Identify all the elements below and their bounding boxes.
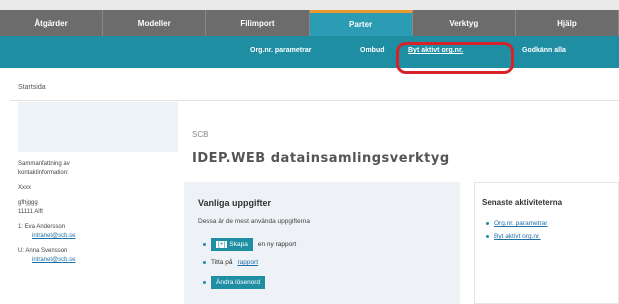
task-create-report: [+] Skapa en ny rapport [203, 238, 296, 251]
create-report-suffix: en ny rapport [257, 241, 297, 248]
contact-summary: Sammanfattning av kontaktinformation: Xx… [18, 160, 178, 265]
sub-menu-bar: Org.nr. parametrar Ombud Byt aktivt org.… [0, 36, 619, 68]
menu-item-hjalp[interactable]: Hjälp [516, 10, 619, 36]
sidebar-panel [18, 102, 178, 152]
change-password-button[interactable]: Ändra lösenord [211, 276, 266, 289]
task-view-report: Titta på rapport [203, 259, 258, 266]
bullet-icon [486, 235, 489, 238]
recent-link-change-active-org[interactable]: Byt aktivt org.nr. [494, 233, 541, 240]
recent-link-org-parameters[interactable]: Org.nr. parametrar [494, 220, 547, 227]
recent-activity-title: Senaste aktiviteterna [482, 198, 563, 207]
recent-item: Org.nr. parametrar [486, 220, 547, 227]
org-name: SCB [192, 130, 209, 139]
bullet-icon [203, 243, 206, 246]
create-button-label: Skapa [229, 241, 248, 248]
common-tasks-description: Dessa är de mest använda uppgifterna [198, 218, 311, 225]
submenu-ombud[interactable]: Ombud [360, 47, 385, 54]
recent-item: Byt aktivt org.nr. [486, 233, 541, 240]
contact-line: gfhjggg [18, 200, 38, 206]
menu-item-modeller[interactable]: Modeller [103, 10, 207, 36]
bullet-icon [486, 222, 489, 225]
create-report-button[interactable]: [+] Skapa [211, 238, 253, 251]
contact-summary-heading-2: kontaktinformation: [18, 170, 69, 176]
bullet-icon [203, 281, 206, 284]
menu-item-parter[interactable]: Parter [309, 10, 413, 36]
menu-item-verktyg[interactable]: Verktyg [413, 10, 516, 36]
contact-summary-heading: Sammanfattning av [18, 161, 70, 167]
task-change-password: Ändra lösenord [203, 276, 266, 289]
divider [10, 100, 619, 101]
page-title: IDEP.WEB datainsamlingsverktyg [192, 151, 450, 166]
contact-line: Xxxx [18, 185, 32, 191]
contact-person-2: U: Anna Svensson [18, 248, 68, 254]
plus-icon: [+] [216, 241, 228, 248]
top-strip [0, 0, 619, 10]
contact-email-2[interactable]: intranet@scb.se [18, 256, 178, 265]
menu-item-atgarder[interactable]: Åtgärder [0, 10, 104, 36]
submenu-approve-all[interactable]: Godkänn alla [522, 47, 566, 54]
submenu-org-parameters[interactable]: Org.nr. parametrar [250, 47, 311, 54]
bullet-icon [203, 261, 206, 264]
view-report-link[interactable]: rapport [237, 259, 258, 266]
menu-item-filimport[interactable]: Filimport [206, 10, 310, 36]
contact-line: 11111 Alft [18, 209, 43, 215]
breadcrumb[interactable]: Startsida [18, 84, 46, 91]
common-tasks-title: Vanliga uppgifter [198, 198, 272, 208]
contact-person-1: 1: Eva Andersson [18, 224, 66, 230]
annotation-highlight-ring [396, 42, 514, 74]
view-report-prefix: Titta på [211, 259, 233, 266]
contact-email-1[interactable]: intranet@scb.se [18, 232, 178, 241]
main-menu-bar: Åtgärder Modeller Filimport Parter Verkt… [0, 10, 619, 36]
